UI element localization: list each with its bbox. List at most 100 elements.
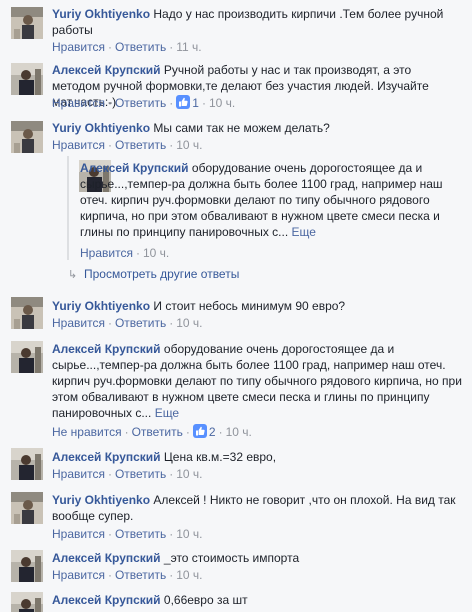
comment-author[interactable]: Алексей Крупский [80, 161, 189, 175]
thumbs-up-icon [176, 95, 191, 109]
timestamp[interactable]: 10 ч. [209, 96, 235, 110]
view-more-replies[interactable]: ↳ Просмотреть другие ответы [68, 266, 239, 282]
comment-author[interactable]: Yuriy Okhtiyenko [52, 7, 150, 21]
avatar-image [11, 592, 43, 612]
like-link[interactable]: Нравится [52, 138, 105, 152]
comment-body: И стоит небось минимум 90 евро? [153, 299, 346, 313]
separator: · [169, 96, 174, 110]
comment-actions: Нравится · Ответить · 10 ч. [52, 137, 203, 153]
timestamp[interactable]: 11 ч. [176, 40, 201, 54]
avatar-image [11, 63, 43, 95]
separator: · [107, 96, 112, 110]
separator: · [107, 467, 112, 481]
comment-author[interactable]: Yuriy Okhtiyenko [52, 493, 150, 507]
comment-actions: Нравится · Ответить · 10 ч. [52, 567, 203, 583]
separator: · [169, 138, 174, 152]
like-link[interactable]: Нравится [52, 316, 105, 330]
comment-actions: Нравится · Ответить · 10 ч. [52, 315, 203, 331]
view-more-replies-label: Просмотреть другие ответы [84, 267, 240, 281]
like-link[interactable]: Нравится [52, 96, 105, 110]
comment-body: Мы сами так не можем делать? [153, 121, 330, 135]
comment-author[interactable]: Алексей Крупский [52, 63, 161, 77]
see-more-link[interactable]: Еще [155, 406, 179, 420]
like-link[interactable]: Нравится [80, 246, 133, 260]
separator: · [169, 467, 174, 481]
separator: · [124, 425, 129, 439]
reply-link[interactable]: Ответить [115, 316, 166, 330]
likes-count[interactable]: 1 [176, 95, 199, 111]
comment-body: _это стоимость импорта [163, 551, 300, 565]
comment-actions: Не нравится · Ответить · 2 · 10 ч. [52, 424, 252, 440]
comment-body: Цена кв.м.=32 евро, [163, 450, 277, 464]
comment-author[interactable]: Алексей Крупский [52, 342, 161, 356]
like-link[interactable]: Нравится [52, 40, 105, 54]
avatar-image [11, 7, 43, 39]
comment-text-block: Yuriy Okhtiyenko Алексей ! Никто не гово… [52, 492, 462, 524]
timestamp[interactable]: 10 ч. [176, 527, 202, 541]
separator: · [169, 40, 174, 54]
separator: · [169, 568, 174, 582]
reply-link[interactable]: Ответить [115, 527, 166, 541]
comment-text-block: Алексей Крупский Цена кв.м.=32 евро, [52, 449, 462, 465]
see-more-link[interactable]: Еще [292, 225, 316, 239]
avatar-aleksey[interactable] [11, 63, 43, 95]
comment-text-block: Yuriy Okhtiyenko Мы сами так не можем де… [52, 120, 462, 136]
timestamp[interactable]: 10 ч. [176, 467, 202, 481]
reply-link[interactable]: Ответить [115, 568, 166, 582]
comment-author[interactable]: Yuriy Okhtiyenko [52, 299, 150, 313]
reply-link[interactable]: Ответить [115, 96, 166, 110]
separator: · [107, 568, 112, 582]
reply-arrow-icon: ↳ [68, 269, 78, 281]
timestamp[interactable]: 10 ч. [143, 246, 169, 260]
comment-author[interactable]: Алексей Крупский [52, 450, 161, 464]
reply-link[interactable]: Ответить [132, 425, 183, 439]
separator: · [201, 96, 206, 110]
likes-count-value: 1 [192, 96, 199, 110]
comment-actions: Нравится · Ответить · 1 · 10 ч. [52, 95, 235, 111]
separator: · [107, 138, 112, 152]
reply-link[interactable]: Ответить [115, 40, 166, 54]
comment-text-block: Алексей Крупский оборудование очень доро… [52, 341, 464, 421]
comment-text-block: Алексей Крупский 0,66евро за шт [52, 592, 462, 608]
avatar-aleksey[interactable] [11, 592, 43, 612]
comment-actions: Нравится · Ответить · 10 ч. [52, 466, 203, 482]
avatar-aleksey[interactable] [11, 448, 43, 480]
comment-text-block: Алексей Крупский _это стоимость импорта [52, 550, 462, 566]
timestamp[interactable]: 10 ч. [226, 425, 252, 439]
like-link[interactable]: Нравится [52, 527, 105, 541]
comment-text-block: Yuriy Okhtiyenko Надо у нас производить … [52, 6, 462, 38]
timestamp[interactable]: 10 ч. [176, 138, 202, 152]
comment-feed: Yuriy Okhtiyenko Надо у нас производить … [0, 0, 472, 612]
separator: · [169, 527, 174, 541]
comment-actions: Нравится · Ответить · 10 ч. [52, 526, 203, 542]
reply-text: Алексей Крупский оборудование очень доро… [80, 160, 462, 240]
avatar-aleksey[interactable] [11, 341, 43, 373]
comment-author[interactable]: Yuriy Okhtiyenko [52, 121, 150, 135]
avatar-image [11, 341, 43, 373]
avatar-image [11, 492, 43, 524]
avatar-aleksey[interactable] [11, 550, 43, 582]
likes-count[interactable]: 2 [192, 424, 216, 440]
separator: · [107, 316, 112, 330]
thumbs-up-icon [192, 424, 207, 438]
separator: · [185, 425, 190, 439]
avatar-yuriy[interactable] [11, 492, 43, 524]
like-link[interactable]: Нравится [52, 568, 105, 582]
avatar-image [11, 121, 43, 153]
avatar-yuriy[interactable] [11, 7, 43, 39]
avatar-yuriy[interactable] [11, 297, 43, 329]
like-link[interactable]: Нравится [52, 467, 105, 481]
reply-link[interactable]: Ответить [115, 467, 166, 481]
timestamp[interactable]: 10 ч. [176, 316, 202, 330]
separator: · [135, 246, 140, 260]
unlike-link[interactable]: Не нравится [52, 425, 122, 439]
avatar-yuriy[interactable] [11, 121, 43, 153]
timestamp[interactable]: 10 ч. [176, 568, 202, 582]
avatar-image [11, 297, 43, 329]
comment-author[interactable]: Алексей Крупский [52, 551, 161, 565]
separator: · [107, 40, 112, 54]
separator: · [169, 316, 174, 330]
reply-link[interactable]: Ответить [115, 138, 166, 152]
likes-count-value: 2 [208, 425, 216, 439]
comment-author[interactable]: Алексей Крупский [52, 593, 161, 607]
